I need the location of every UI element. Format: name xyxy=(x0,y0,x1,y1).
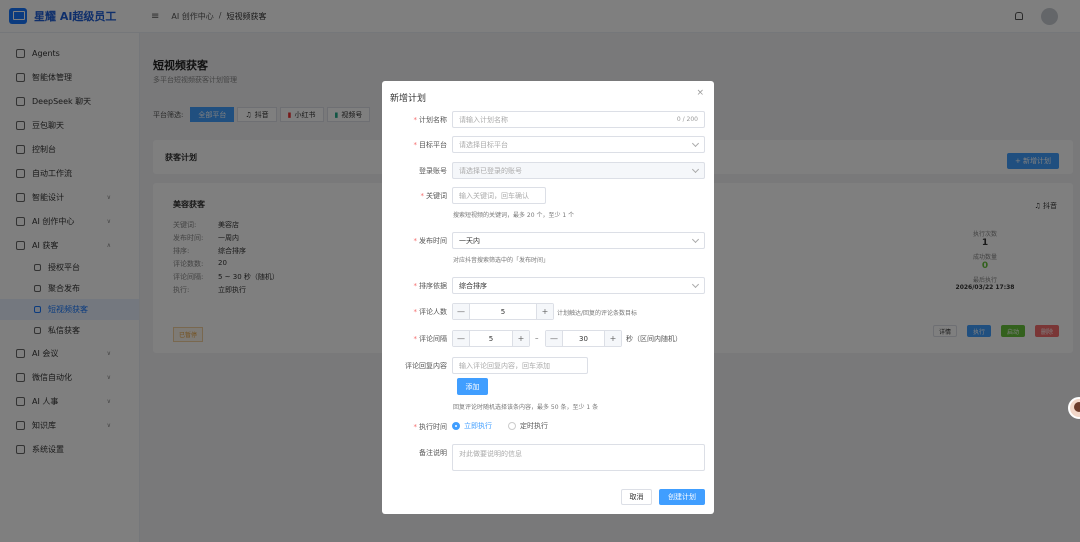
stepper-value[interactable]: 5 xyxy=(469,304,537,319)
minus-icon[interactable]: — xyxy=(453,304,469,319)
add-reply-button[interactable]: 添加 xyxy=(457,378,488,395)
chevron-down-icon xyxy=(691,165,700,173)
account-select[interactable]: 请选择已登录的账号 xyxy=(452,162,705,179)
comment-count-stepper[interactable]: — 5 + xyxy=(452,303,554,320)
selected-value: 一天内 xyxy=(459,236,480,245)
create-plan-button[interactable]: 创建计划 xyxy=(659,489,705,505)
label-text: 发布时间 xyxy=(419,237,447,245)
label-text: 关键词 xyxy=(426,192,447,200)
label-text: 排序依据 xyxy=(419,282,447,290)
platform-select[interactable]: 请选择目标平台 xyxy=(452,136,705,153)
radio-exec-scheduled[interactable]: 定时执行 xyxy=(508,421,548,431)
stepper-value[interactable]: 30 xyxy=(562,331,605,346)
placeholder: 请选择目标平台 xyxy=(459,140,508,149)
plan-name-input[interactable]: 请输入计划名称 0 / 200 xyxy=(452,111,705,128)
publish-time-hint: 对应抖音搜索筛选中的「发布时间」 xyxy=(453,257,550,264)
plus-icon[interactable]: + xyxy=(513,331,529,346)
plan-name-label: * 计划名称 xyxy=(413,116,448,124)
account-label: 登录账号 xyxy=(419,167,447,175)
chevron-down-icon xyxy=(691,235,700,243)
interval-min-stepper[interactable]: — 5 + xyxy=(452,330,530,347)
close-icon[interactable]: × xyxy=(696,88,704,98)
platform-label: * 目标平台 xyxy=(413,141,448,149)
reply-label: 评论回复内容 xyxy=(405,362,447,370)
radio-label: 定时执行 xyxy=(520,422,548,430)
radio-dot xyxy=(508,422,516,430)
placeholder: 输入关键词，回车确认 xyxy=(459,191,529,200)
placeholder: 对此做要说明的信息 xyxy=(459,450,522,458)
plus-icon[interactable]: + xyxy=(537,304,553,319)
reply-hint: 回复评论时随机选择该条内容，最多 50 条，至少 1 条 xyxy=(453,404,599,411)
selected-value: 综合排序 xyxy=(459,281,487,290)
label-text: 评论间隔 xyxy=(419,335,447,343)
label-text: 目标平台 xyxy=(419,141,447,149)
sort-select[interactable]: 综合排序 xyxy=(452,277,705,294)
placeholder: 输入评论回复内容，回车添加 xyxy=(459,361,550,370)
label-text: 评论人数 xyxy=(419,308,447,316)
plus-icon[interactable]: + xyxy=(605,331,621,346)
radio-dot xyxy=(452,422,460,430)
placeholder: 请输入计划名称 xyxy=(459,115,508,124)
label-text: 计划名称 xyxy=(419,116,447,124)
comment-count-label: * 评论人数 xyxy=(413,308,448,316)
note-label: 备注说明 xyxy=(419,449,447,457)
interval-label: * 评论间隔 xyxy=(413,335,448,343)
radio-label: 立即执行 xyxy=(464,422,492,430)
comment-count-hint: 计划触达/回复的评论条数目标 xyxy=(557,310,638,317)
publish-time-label: * 发布时间 xyxy=(413,237,448,245)
reply-input[interactable]: 输入评论回复内容，回车添加 xyxy=(452,357,588,374)
dialog-title: 新增计划 xyxy=(390,94,427,104)
new-plan-dialog: 新增计划 × * 计划名称 请输入计划名称 0 / 200 * 目标平台 请选择目标平… xyxy=(382,81,714,514)
char-counter: 0 / 200 xyxy=(676,116,698,123)
chevron-down-icon xyxy=(691,139,700,147)
stepper-value[interactable]: 5 xyxy=(469,331,513,346)
minus-icon[interactable]: — xyxy=(546,331,562,346)
keyword-hint: 搜索短视频的关键词，最多 20 个，至少 1 个 xyxy=(453,212,575,219)
minus-icon[interactable]: — xyxy=(453,331,469,346)
placeholder: 请选择已登录的账号 xyxy=(459,166,522,175)
interval-separator: – xyxy=(535,334,539,342)
keyword-input[interactable]: 输入关键词，回车确认 xyxy=(452,187,546,204)
exec-time-label: * 执行时间 xyxy=(413,423,448,431)
note-textarea[interactable]: 对此做要说明的信息 xyxy=(452,444,705,471)
radio-exec-now[interactable]: 立即执行 xyxy=(452,421,492,431)
sort-label: * 排序依据 xyxy=(413,282,448,290)
interval-unit: 秒（区间内随机） xyxy=(626,335,682,343)
interval-max-stepper[interactable]: — 30 + xyxy=(545,330,622,347)
keyword-label: * 关键词 xyxy=(420,192,448,200)
cancel-button[interactable]: 取消 xyxy=(621,489,652,505)
chevron-down-icon xyxy=(691,280,700,288)
label-text: 执行时间 xyxy=(419,423,447,431)
publish-time-select[interactable]: 一天内 xyxy=(452,232,705,249)
